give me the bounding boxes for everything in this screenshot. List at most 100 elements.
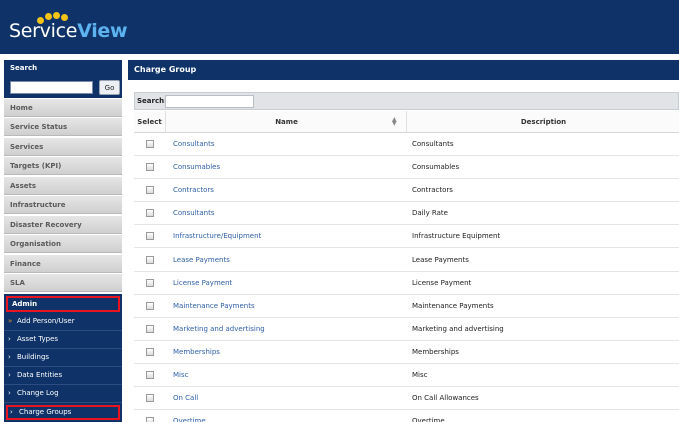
- row-name-link[interactable]: Lease Payments: [173, 256, 230, 264]
- admin-item-label: Data Entities: [17, 371, 63, 379]
- table-search-input[interactable]: [165, 95, 254, 108]
- row-select-checkbox[interactable]: [146, 140, 154, 148]
- table-row[interactable]: Maintenance Payments Maintenance Payments: [134, 294, 679, 318]
- row-select-checkbox[interactable]: [146, 186, 154, 195]
- logo-text: ServiceView: [9, 20, 128, 42]
- row-select-checkbox[interactable]: [146, 347, 154, 356]
- nav-item-assets[interactable]: Assets: [4, 177, 122, 195]
- nav-item-organisation[interactable]: Organisation: [4, 235, 122, 253]
- row-select-checkbox[interactable]: [146, 209, 154, 218]
- admin-item-label: Asset Types: [17, 335, 59, 343]
- table-row[interactable]: Memberships Memberships: [134, 340, 679, 364]
- logo-text-service: Service: [9, 20, 78, 42]
- row-name-link[interactable]: On Call: [173, 394, 198, 402]
- nav-item-targets[interactable]: Targets (KPI): [4, 157, 122, 175]
- table-search-label: Search:: [137, 97, 167, 105]
- row-description: Contractors: [412, 186, 453, 195]
- table-row[interactable]: Consultants Daily Rate: [134, 202, 679, 226]
- table-row[interactable]: Overtime Overtime: [134, 410, 679, 422]
- row-select-checkbox[interactable]: [146, 417, 154, 422]
- app-header: ServiceView: [0, 0, 679, 54]
- column-header-select: Select: [134, 111, 166, 133]
- sidebar-search-input[interactable]: [10, 81, 93, 94]
- table-row[interactable]: Consumables Consumables: [134, 156, 679, 180]
- table-header: Select Name ▲ ▼ Description: [134, 111, 679, 133]
- sort-icon[interactable]: ▲ ▼: [392, 117, 400, 127]
- admin-item-label: Add Person/User: [17, 317, 75, 325]
- chevron-right-icon: ›: [8, 335, 11, 343]
- nav-item-finance[interactable]: Finance: [4, 255, 122, 273]
- table-row[interactable]: Infrastructure/Equipment Infrastructure E…: [134, 225, 679, 249]
- admin-item-label: Change Log: [17, 389, 59, 397]
- table-filter-bar: Search:: [134, 92, 679, 110]
- double-chevron-right-icon: »: [8, 317, 12, 325]
- table-row[interactable]: Marketing and advertising Marketing and a…: [134, 317, 679, 341]
- row-name-link[interactable]: Memberships: [173, 348, 220, 356]
- row-select-checkbox[interactable]: [146, 371, 154, 379]
- admin-item-buildings[interactable]: › Buildings: [4, 349, 122, 366]
- go-button[interactable]: Go: [99, 80, 120, 95]
- nav-item-services[interactable]: Services: [4, 138, 122, 156]
- row-description: Maintenance Payments: [412, 301, 494, 310]
- main-panel: Charge Group Search: Select Name ▲ ▼ Desc…: [128, 60, 679, 422]
- row-description: Misc: [412, 371, 428, 379]
- admin-item-charge-groups[interactable]: › Charge Groups: [6, 405, 120, 420]
- row-name-link[interactable]: License Payment: [173, 279, 232, 287]
- chevron-right-icon: ›: [8, 371, 11, 379]
- row-description: Memberships: [412, 347, 459, 356]
- admin-item-asset-types[interactable]: › Asset Types: [4, 331, 122, 348]
- admin-section: Admin » Add Person/User › Asset Types › …: [4, 294, 122, 422]
- column-header-name[interactable]: Name: [167, 111, 407, 133]
- nav-item-disaster-recovery[interactable]: Disaster Recovery: [4, 216, 122, 234]
- column-header-description[interactable]: Description: [408, 111, 679, 133]
- table-row[interactable]: Lease Payments Lease Payments: [134, 248, 679, 272]
- nav-item-infrastructure[interactable]: Infrastructure: [4, 196, 122, 214]
- admin-item-label: Buildings: [17, 353, 50, 361]
- nav-item-home[interactable]: Home: [4, 99, 122, 117]
- row-name-link[interactable]: Consultants: [173, 209, 215, 217]
- nav-item-sla[interactable]: SLA: [4, 274, 122, 292]
- chevron-right-icon: ›: [8, 353, 11, 361]
- row-name-link[interactable]: Misc: [173, 371, 188, 379]
- row-name-link[interactable]: Consumables: [173, 163, 220, 171]
- admin-item-change-log[interactable]: › Change Log: [4, 385, 122, 402]
- row-name-link[interactable]: Maintenance Payments: [173, 302, 255, 310]
- table-row[interactable]: Contractors Contractors: [134, 179, 679, 203]
- row-select-checkbox[interactable]: [146, 278, 154, 287]
- page-title: Charge Group: [128, 60, 679, 80]
- sidebar: Search Go Home Service Status Services T…: [4, 60, 122, 422]
- chevron-right-icon: ›: [8, 389, 11, 397]
- row-name-link[interactable]: Consultants: [173, 140, 215, 148]
- table-row[interactable]: On Call On Call Allowances: [134, 387, 679, 411]
- admin-header[interactable]: Admin: [6, 296, 120, 312]
- divider: [4, 402, 122, 403]
- row-description: Consumables: [412, 163, 460, 172]
- row-select-checkbox[interactable]: [146, 163, 154, 172]
- row-name-link[interactable]: Marketing and advertising: [173, 325, 265, 333]
- row-name-link[interactable]: Contractors: [173, 186, 214, 194]
- admin-item-charge-groups-wrapper: › Charge Groups: [6, 405, 120, 420]
- row-description: Consultants: [412, 140, 454, 148]
- row-description: Overtime: [412, 417, 445, 422]
- row-select-checkbox[interactable]: [146, 232, 154, 241]
- admin-item-data-entities[interactable]: › Data Entities: [4, 367, 122, 384]
- row-description: Daily Rate: [412, 209, 448, 218]
- row-select-checkbox[interactable]: [146, 324, 154, 333]
- admin-item-label: Charge Groups: [19, 408, 72, 416]
- table-row[interactable]: License Payment License Payment: [134, 271, 679, 295]
- row-description: Infrastructure Equipment: [412, 232, 501, 241]
- row-name-link[interactable]: Overtime: [173, 417, 206, 422]
- row-description: License Payment: [412, 278, 472, 287]
- row-select-checkbox[interactable]: [146, 255, 154, 264]
- table-row[interactable]: Consultants Consultants: [134, 133, 679, 156]
- sidebar-search-title: Search: [10, 64, 38, 72]
- row-description: On Call Allowances: [412, 394, 479, 403]
- table-row[interactable]: Misc Misc: [134, 364, 679, 387]
- row-description: Lease Payments: [412, 255, 469, 264]
- admin-item-add-person[interactable]: » Add Person/User: [4, 313, 122, 330]
- row-select-checkbox[interactable]: [146, 394, 154, 403]
- row-description: Marketing and advertising: [412, 324, 504, 333]
- row-select-checkbox[interactable]: [146, 301, 154, 310]
- nav-item-service-status[interactable]: Service Status: [4, 118, 122, 136]
- row-name-link[interactable]: Infrastructure/Equipment: [173, 232, 261, 240]
